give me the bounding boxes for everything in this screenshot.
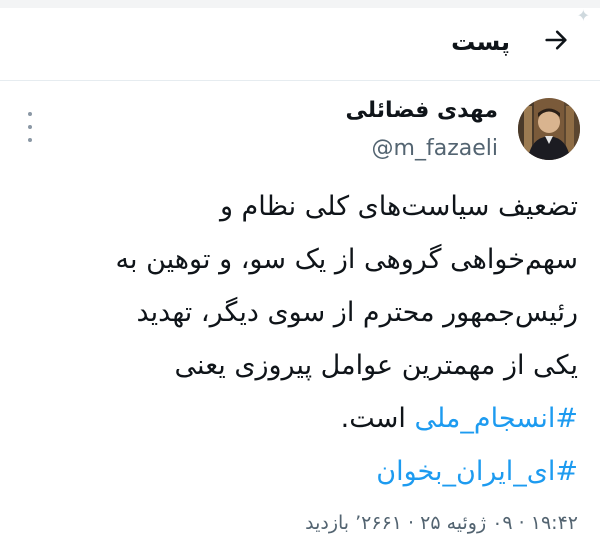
author-name[interactable]: مهدی فضائلی <box>345 98 498 123</box>
page-title: پست <box>451 28 510 56</box>
more-options-button[interactable] <box>22 112 38 142</box>
views-count: ۲۶۶۱’ <box>355 512 402 534</box>
tweet-line: تضعیف سیاست‌های کلی نظام و <box>219 191 578 222</box>
tweet-time[interactable]: ۱۹:۴۲ <box>531 512 578 534</box>
hashtag-link[interactable]: #انسجام_ملی <box>414 403 578 434</box>
meta-separator: · <box>518 512 525 534</box>
more-vertical-icon <box>28 112 32 116</box>
header-divider <box>0 80 600 81</box>
tweet-line: سهم‌خواهی گروهی از یک سو، و توهین به <box>115 244 578 275</box>
views-label: بازدید <box>305 512 350 534</box>
tweet-line: یکی از مهمترین عوامل پیروزی یعنی <box>174 350 578 381</box>
meta-separator: · <box>408 512 415 534</box>
profile-photo <box>518 98 580 160</box>
tweet-text: تضعیف سیاست‌های کلی نظام و سهم‌خواهی گرو… <box>18 180 578 498</box>
tweet-line: #ای_ایران_بخوان <box>18 445 578 498</box>
hashtag-link[interactable]: #ای_ایران_بخوان <box>376 456 578 487</box>
avatar[interactable] <box>518 98 580 160</box>
back-button[interactable] <box>538 22 574 58</box>
tweet-text-tail: است. <box>340 403 415 434</box>
page-header: پست <box>0 8 600 78</box>
author-handle[interactable]: @m_fazaeli <box>372 136 498 161</box>
arrow-right-icon <box>545 30 567 50</box>
tweet-line: رئیس‌جمهور محترم از سوی دیگر، تهدید <box>136 297 578 328</box>
tweet-meta: ۱۹:۴۲ · ۰۹ ژوئیه ۲۵ · ۲۶۶۱’ بازدید <box>305 512 578 534</box>
tweet-line: #انسجام_ملی است. <box>18 392 578 445</box>
tweet-date[interactable]: ۰۹ ژوئیه ۲۵ <box>420 512 512 534</box>
top-strip <box>0 0 600 8</box>
